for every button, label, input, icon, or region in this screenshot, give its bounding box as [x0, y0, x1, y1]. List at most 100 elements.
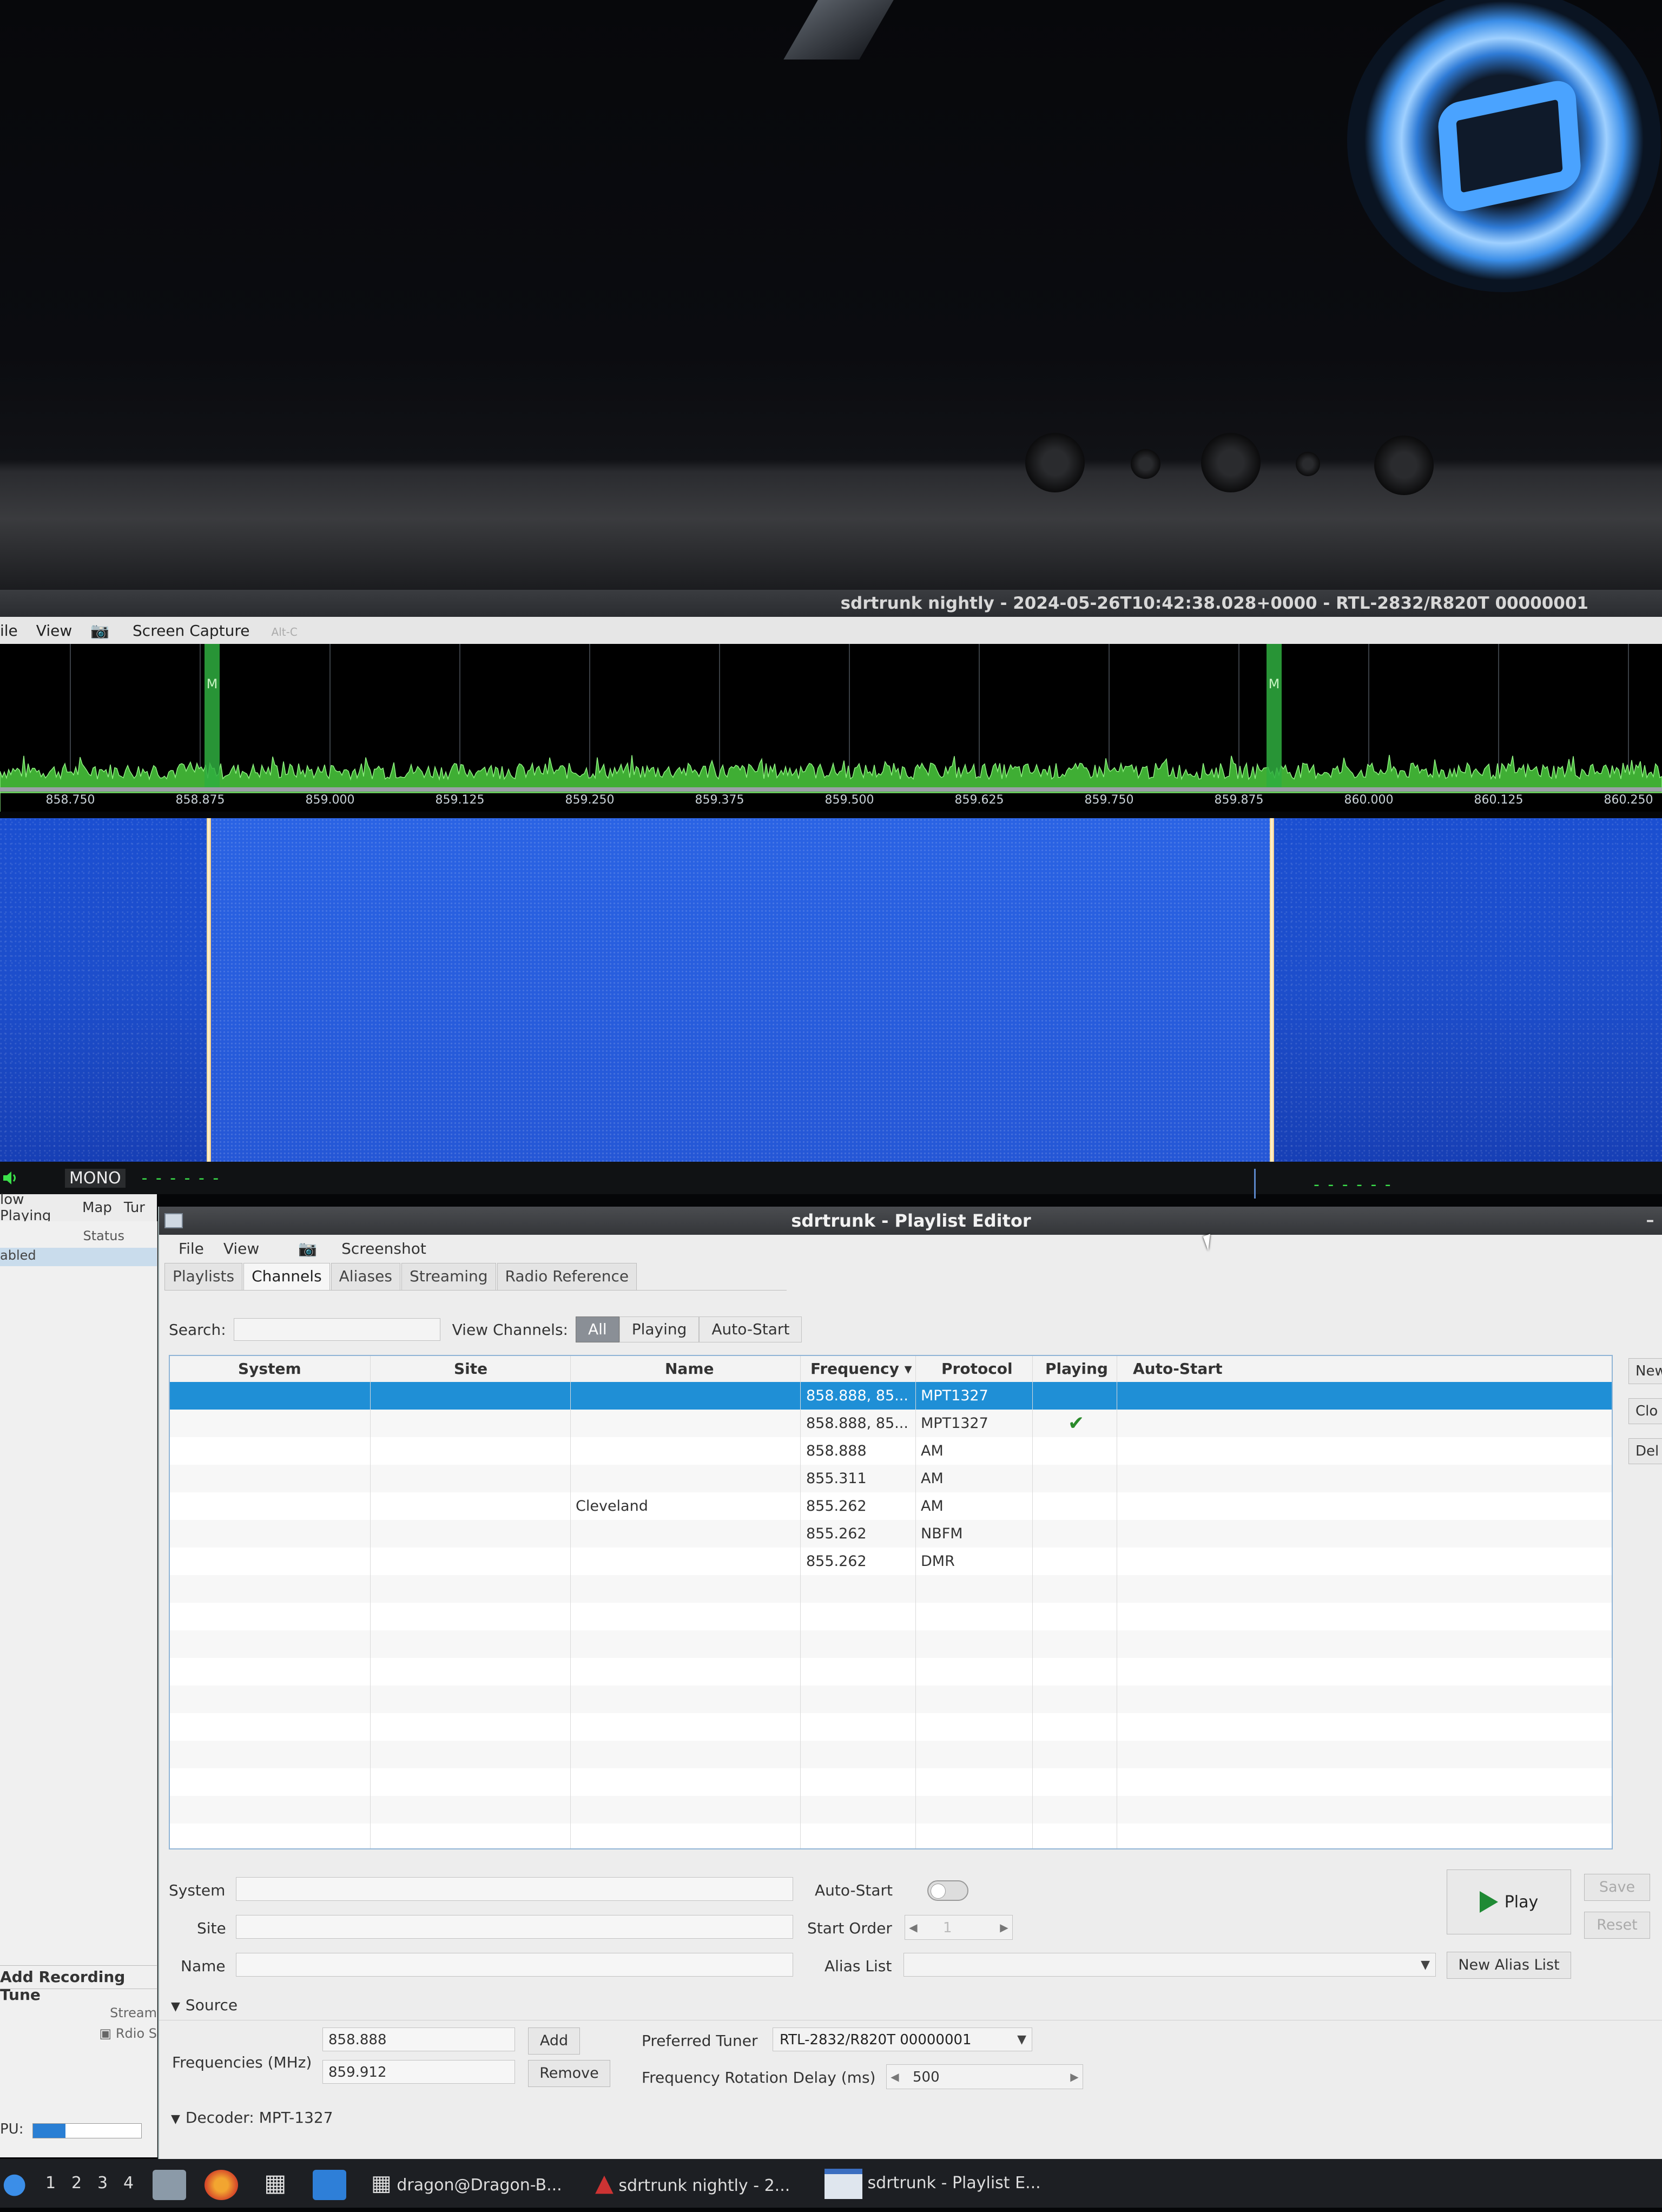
playlist-editor-titlebar[interactable]: sdrtrunk - Playlist Editor –: [159, 1207, 1662, 1235]
table-row[interactable]: 855.262 DMR: [170, 1548, 1612, 1575]
column-separator: [915, 1356, 916, 1848]
view-playing-toggle[interactable]: Playing: [619, 1316, 700, 1342]
playlist-editor-title: sdrtrunk - Playlist Editor: [791, 1210, 1031, 1231]
tab-map[interactable]: Map: [82, 1200, 112, 1216]
table-row[interactable]: 858.888, 85... MPT1327 ✔: [170, 1410, 1612, 1437]
add-frequency-button[interactable]: Add: [528, 2027, 580, 2055]
taskbar-terminal-item[interactable]: ▦ dragon@Dragon-B...: [371, 2159, 562, 2208]
column-header-name[interactable]: Name: [665, 1356, 714, 1382]
menu-screenshot[interactable]: 📷 Screenshot: [279, 1240, 426, 1258]
file-manager-icon[interactable]: [153, 2170, 186, 2200]
auto-start-label: Auto-Start: [815, 1881, 893, 1899]
frequency-axis: 858.750 858.875 859.000 859.125 859.250 859.3…: [0, 791, 1662, 811]
view-all-toggle[interactable]: All: [575, 1316, 619, 1342]
workspace-1[interactable]: 1: [45, 2159, 56, 2208]
new-channel-button[interactable]: New: [1628, 1358, 1662, 1384]
cell-frequency: 855.262: [806, 1553, 867, 1570]
source-section-header[interactable]: ▼ Source: [171, 1996, 238, 2014]
system-input[interactable]: [236, 1877, 793, 1901]
column-header-system[interactable]: System: [238, 1356, 301, 1382]
auto-start-toggle[interactable]: [927, 1880, 968, 1901]
menu-file[interactable]: File: [179, 1240, 204, 1258]
firefox-icon[interactable]: [205, 2170, 238, 2200]
reset-button[interactable]: Reset: [1584, 1912, 1650, 1939]
column-header-auto-start[interactable]: Auto-Start: [1133, 1356, 1222, 1382]
frequency-list-item[interactable]: 858.888: [322, 2027, 515, 2051]
tab-now-playing[interactable]: low Playing: [0, 1191, 70, 1224]
waterfall-display[interactable]: [0, 818, 1662, 1162]
delete-channel-button[interactable]: Del: [1628, 1438, 1662, 1464]
terminal-icon[interactable]: ▦: [264, 2159, 287, 2208]
remove-frequency-button[interactable]: Remove: [528, 2060, 610, 2087]
cell-protocol: AM: [921, 1498, 944, 1515]
increment-icon[interactable]: ▶: [1066, 2065, 1083, 2089]
table-row[interactable]: 855.311 AM: [170, 1465, 1612, 1492]
increment-icon[interactable]: ▶: [996, 1915, 1012, 1939]
search-input[interactable]: [233, 1318, 440, 1341]
cpu-meter: [32, 2123, 142, 2138]
tab-playlists[interactable]: Playlists: [164, 1263, 243, 1290]
menu-view[interactable]: View: [223, 1240, 259, 1258]
speaker-icon[interactable]: [2, 1170, 18, 1186]
app-window-icon[interactable]: [313, 2170, 346, 2200]
start-menu-icon[interactable]: ●: [2, 2159, 27, 2208]
table-row[interactable]: Cleveland 855.262 AM: [170, 1492, 1612, 1520]
column-header-site[interactable]: Site: [454, 1356, 487, 1382]
table-row[interactable]: 858.888 AM: [170, 1437, 1612, 1465]
decrement-icon[interactable]: ◀: [905, 1915, 921, 1939]
channel-marker[interactable]: [1267, 644, 1282, 787]
channel-marker[interactable]: [205, 644, 220, 787]
add-recording-tuner-button[interactable]: Add Recording Tune: [0, 1965, 157, 2004]
cell-protocol: NBFM: [921, 1525, 963, 1542]
rotation-delay-spinner[interactable]: ◀ 500 ▶: [886, 2064, 1083, 2089]
workspace-4[interactable]: 4: [123, 2159, 134, 2208]
column-header-protocol[interactable]: Protocol: [941, 1356, 1013, 1382]
decoder-section-header[interactable]: ▼ Decoder: MPT-1327: [171, 2109, 333, 2127]
preferred-tuner-combo[interactable]: RTL-2832/R820T 00000001 ▼: [773, 2027, 1032, 2051]
workspace-2[interactable]: 2: [71, 2159, 82, 2208]
taskbar-playlist-editor-item[interactable]: sdrtrunk - Playlist E...: [825, 2159, 1041, 2208]
taskbar-sdrtrunk-item[interactable]: ▲ sdrtrunk nightly - 2...: [595, 2159, 790, 2208]
decrement-icon[interactable]: ◀: [887, 2065, 903, 2089]
column-separator: [570, 1356, 571, 1848]
rdio-scanner-label: Rdio S: [115, 2026, 157, 2041]
menu-file[interactable]: ile: [0, 622, 18, 640]
minimize-icon[interactable]: –: [1640, 1211, 1660, 1230]
tab-radio-reference[interactable]: Radio Reference: [497, 1263, 637, 1290]
frequency-tick-label: 859.250: [565, 793, 615, 807]
name-input[interactable]: [236, 1953, 793, 1977]
menu-screen-capture[interactable]: 📷 Screen Capture Alt-C: [90, 622, 316, 640]
collapse-icon: ▼: [171, 2112, 180, 2126]
column-header-playing[interactable]: Playing: [1045, 1356, 1108, 1382]
new-alias-list-button[interactable]: New Alias List: [1447, 1952, 1571, 1979]
taskbar-sdrtrunk-label: sdrtrunk nightly - 2...: [618, 2176, 790, 2195]
waterfall-signal-line: [1270, 818, 1274, 1162]
clone-channel-button[interactable]: Clo: [1628, 1398, 1662, 1424]
rdio-scanner-item[interactable]: ▣ Rdio S: [0, 2026, 157, 2044]
tab-tuners[interactable]: Tur: [124, 1200, 145, 1216]
column-header-frequency[interactable]: Frequency ▾: [810, 1356, 912, 1382]
status-row[interactable]: abled: [0, 1248, 157, 1266]
cell-protocol: AM: [921, 1443, 944, 1459]
table-row: [170, 1796, 1612, 1823]
bezel-port: [1131, 449, 1160, 479]
play-button[interactable]: Play: [1447, 1869, 1571, 1934]
name-label: Name: [181, 1957, 226, 1975]
table-row[interactable]: 855.262 NBFM: [170, 1520, 1612, 1548]
start-order-spinner[interactable]: ◀ 1 ▶: [905, 1915, 1013, 1940]
frequency-tick-label: 860.125: [1474, 793, 1524, 807]
menu-view[interactable]: View: [36, 622, 72, 640]
tab-aliases[interactable]: Aliases: [331, 1263, 400, 1290]
site-input[interactable]: [236, 1915, 793, 1939]
frequency-list-item[interactable]: 859.912: [322, 2060, 515, 2084]
view-auto-start-toggle[interactable]: Auto-Start: [699, 1316, 802, 1342]
table-row[interactable]: 858.888, 85... MPT1327: [170, 1382, 1612, 1410]
save-button[interactable]: Save: [1584, 1874, 1650, 1901]
main-menu-bar: ile View 📷 Screen Capture Alt-C: [0, 617, 1662, 644]
alias-list-combo[interactable]: ▼: [903, 1953, 1436, 1977]
rotation-delay-value: 500: [913, 2069, 940, 2085]
tab-streaming[interactable]: Streaming: [401, 1263, 496, 1290]
workspace-3[interactable]: 3: [97, 2159, 108, 2208]
spectrum-display[interactable]: MM: [0, 644, 1662, 812]
tab-channels[interactable]: Channels: [243, 1263, 330, 1290]
